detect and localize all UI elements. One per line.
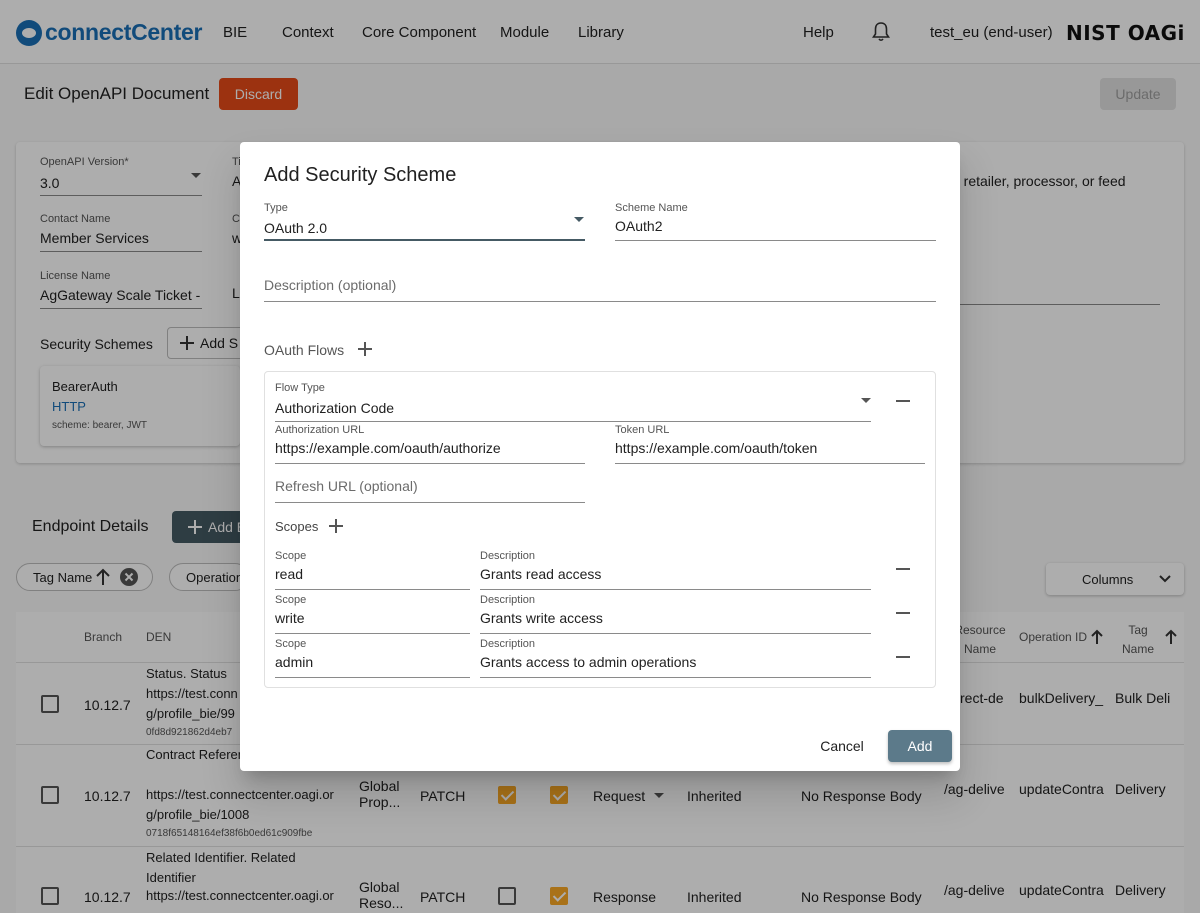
scope-input[interactable]: admin xyxy=(275,654,313,670)
scope-description-underline xyxy=(480,589,871,590)
description-input[interactable]: Description (optional) xyxy=(264,277,396,293)
remove-scope-icon[interactable] xyxy=(895,649,911,665)
scope-input[interactable]: read xyxy=(275,566,303,582)
dialog-title: Add Security Scheme xyxy=(264,164,457,186)
scope-description-input[interactable]: Grants access to admin operations xyxy=(480,654,696,670)
scope-label: Scope xyxy=(275,594,307,606)
scope-underline xyxy=(275,589,470,590)
auth-url-label: Authorization URL xyxy=(275,424,365,436)
scope-description-underline xyxy=(480,633,871,634)
scope-description-underline xyxy=(480,677,871,678)
scope-description-input[interactable]: Grants write access xyxy=(480,610,603,626)
flow-type-select[interactable]: Authorization Code xyxy=(275,400,394,416)
token-url-input[interactable]: https://example.com/oauth/token xyxy=(615,440,817,456)
scopes-label: Scopes xyxy=(275,519,319,534)
add-oauth-flow-icon[interactable] xyxy=(357,341,373,357)
chevron-down-icon xyxy=(574,217,584,222)
add-security-scheme-dialog: Add Security Scheme Type OAuth 2.0 Schem… xyxy=(240,142,960,771)
remove-scope-icon[interactable] xyxy=(895,605,911,621)
oauth-flows-label: OAuth Flows xyxy=(264,342,345,358)
scope-description-label: Description xyxy=(480,594,536,606)
refresh-url-input[interactable]: Refresh URL (optional) xyxy=(275,478,418,494)
chevron-down-icon xyxy=(861,398,871,403)
scope-label: Scope xyxy=(275,638,307,650)
type-label: Type xyxy=(264,202,288,214)
scope-underline xyxy=(275,633,470,634)
oauth-flow-panel: Flow Type Authorization Code Authorizati… xyxy=(264,371,936,688)
scheme-name-input[interactable]: OAuth2 xyxy=(615,218,662,234)
add-button[interactable]: Add xyxy=(888,730,952,762)
remove-scope-icon[interactable] xyxy=(895,561,911,577)
remove-flow-icon[interactable] xyxy=(895,393,911,409)
scope-description-label: Description xyxy=(480,638,536,650)
add-scope-icon[interactable] xyxy=(328,518,344,534)
auth-url-underline xyxy=(275,463,585,464)
scope-description-label: Description xyxy=(480,550,536,562)
auth-url-input[interactable]: https://example.com/oauth/authorize xyxy=(275,440,501,456)
type-select[interactable]: OAuth 2.0 xyxy=(264,220,327,236)
scope-underline xyxy=(275,677,470,678)
scheme-name-label: Scheme Name xyxy=(615,202,688,214)
scope-input[interactable]: write xyxy=(275,610,305,626)
flow-type-underline xyxy=(275,421,871,422)
description-underline xyxy=(264,301,936,302)
token-url-label: Token URL xyxy=(615,424,670,436)
refresh-url-underline xyxy=(275,502,585,503)
type-underline xyxy=(264,239,585,241)
scope-description-input[interactable]: Grants read access xyxy=(480,566,601,582)
scope-label: Scope xyxy=(275,550,307,562)
cancel-button[interactable]: Cancel xyxy=(808,730,876,762)
token-url-underline xyxy=(615,463,925,464)
flow-type-label: Flow Type xyxy=(275,382,325,394)
scheme-name-underline xyxy=(615,240,936,241)
